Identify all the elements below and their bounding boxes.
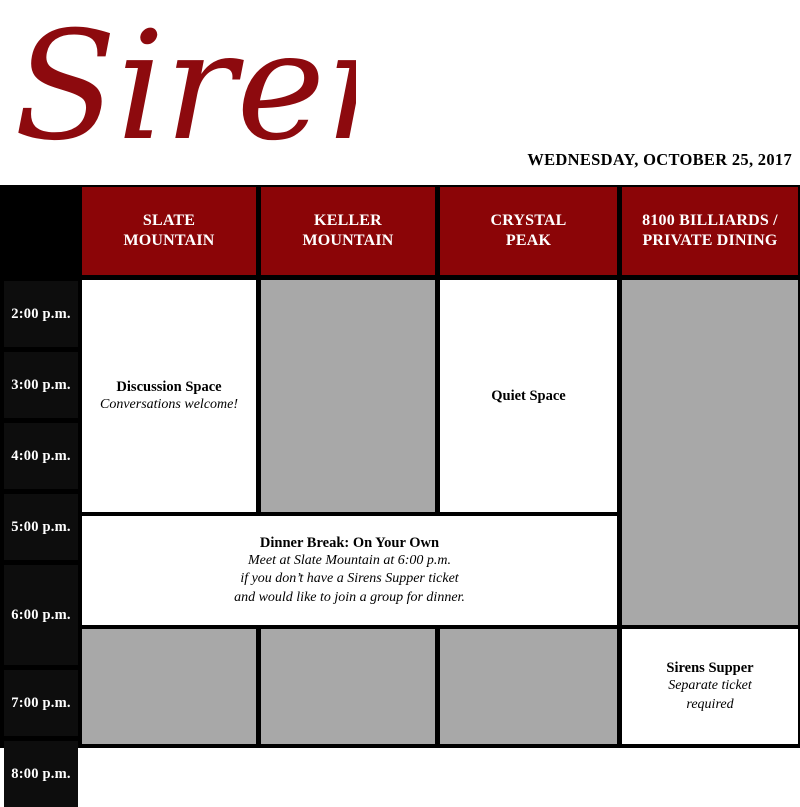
- page-header: Sirens WEDNESDAY, OCTOBER 25, 2017: [0, 0, 800, 185]
- entry-discussion-space-title: Discussion Space: [116, 378, 222, 395]
- time-label-5pm: 5:00 p.m.: [4, 494, 78, 560]
- sirens-logo: Sirens: [6, 6, 356, 166]
- column-header-slate-line1: SLATE: [142, 212, 196, 230]
- event-date: WEDNESDAY, OCTOBER 25, 2017: [527, 150, 792, 169]
- column-header-billiards-line1: 8100 BILLIARDS /: [642, 212, 778, 230]
- cell-slate-mountain-evening: [82, 629, 256, 744]
- column-header-billiards: 8100 BILLIARDS / PRIVATE DINING: [622, 187, 798, 275]
- entry-sirens-supper[interactable]: Sirens Supper Separate ticket required: [622, 629, 798, 744]
- cell-keller-mountain-afternoon: [261, 280, 435, 512]
- time-label-2pm: 2:00 p.m.: [4, 281, 78, 347]
- cell-crystal-peak-evening: [440, 629, 617, 744]
- column-header-slate-mountain: SLATE MOUNTAIN: [82, 187, 256, 275]
- column-header-keller-line2: MOUNTAIN: [302, 232, 394, 249]
- column-header-crystal-line2: PEAK: [505, 232, 552, 249]
- schedule-grid-inner: SLATE MOUNTAIN KELLER MOUNTAIN CRYSTAL P…: [0, 185, 800, 807]
- schedule-grid: SLATE MOUNTAIN KELLER MOUNTAIN CRYSTAL P…: [0, 185, 800, 807]
- grid-corner: [0, 185, 78, 275]
- entry-dinner-break-line3: and would like to join a group for dinne…: [234, 589, 465, 605]
- sirens-logo-text: Sirens: [14, 6, 356, 166]
- entry-dinner-break[interactable]: Dinner Break: On Your Own Meet at Slate …: [82, 516, 617, 625]
- entry-dinner-break-title: Dinner Break: On Your Own: [259, 535, 440, 552]
- entry-quiet-space-title: Quiet Space: [491, 387, 566, 404]
- column-header-keller-mountain: KELLER MOUNTAIN: [261, 187, 435, 275]
- column-header-crystal-peak: CRYSTAL PEAK: [440, 187, 617, 275]
- entry-sirens-supper-title: Sirens Supper: [666, 659, 754, 676]
- time-label-6pm: 6:00 p.m.: [4, 565, 78, 665]
- time-label-8pm: 8:00 p.m.: [4, 741, 78, 807]
- time-label-4pm: 4:00 p.m.: [4, 423, 78, 489]
- time-label-7pm: 7:00 p.m.: [4, 670, 78, 736]
- entry-discussion-space[interactable]: Discussion Space Conversations welcome!: [82, 280, 256, 512]
- entry-dinner-break-line2: if you don’t have a Sirens Supper ticket: [240, 571, 459, 587]
- entry-quiet-space[interactable]: Quiet Space: [440, 280, 617, 512]
- entry-dinner-break-line1: Meet at Slate Mountain at 6:00 p.m.: [248, 553, 451, 569]
- entry-sirens-supper-line2: required: [686, 696, 734, 712]
- column-header-keller-line1: KELLER: [314, 212, 382, 230]
- column-header-crystal-line1: CRYSTAL: [490, 212, 567, 230]
- entry-discussion-space-subtitle: Conversations welcome!: [99, 396, 239, 412]
- time-label-3pm: 3:00 p.m.: [4, 352, 78, 418]
- cell-keller-mountain-evening: [261, 629, 435, 744]
- column-header-slate-line2: MOUNTAIN: [123, 232, 215, 249]
- entry-sirens-supper-line1: Separate ticket: [668, 678, 752, 694]
- column-header-billiards-line2: PRIVATE DINING: [642, 232, 778, 249]
- cell-billiards-afternoon-evening: [622, 280, 798, 625]
